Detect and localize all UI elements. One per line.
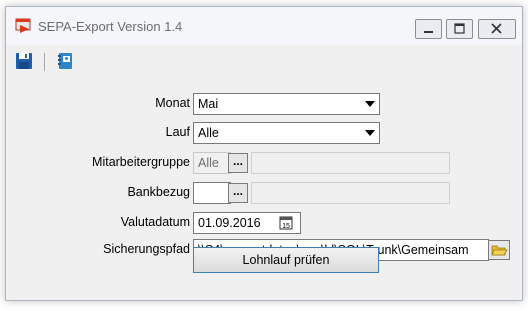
close-button[interactable]: [478, 19, 516, 39]
close-icon: [491, 23, 502, 34]
monat-value: Mai: [198, 97, 219, 111]
lauf-label: Lauf: [165, 125, 190, 139]
title-bar[interactable]: SEPA-Export Version 1.4: [6, 7, 522, 45]
app-icon: [15, 18, 31, 33]
minimize-icon: [424, 31, 433, 33]
valutadatum-label: Valutadatum: [120, 215, 190, 229]
save-icon[interactable]: [13, 50, 35, 72]
maximize-icon: [454, 23, 465, 34]
bankbezug-label: Bankbezug: [127, 185, 190, 199]
folder-open-icon[interactable]: [488, 240, 510, 260]
mitarbeitergruppe-field: Alle: [193, 152, 231, 174]
toolbar-separator: [44, 53, 45, 71]
window-title: SEPA-Export Version 1.4: [38, 19, 183, 34]
maximize-button[interactable]: [446, 19, 473, 39]
monat-select[interactable]: Mai: [193, 93, 380, 115]
valutadatum-value: 01.09.2016: [198, 216, 261, 230]
chevron-down-icon: [365, 130, 375, 136]
sepa-export-window: SEPA-Export Version 1.4 Monat Mai Lauf A…: [5, 6, 523, 301]
monat-label: Monat: [155, 96, 190, 110]
bankbezug-display: [251, 182, 450, 204]
mitarbeitergruppe-label: Mitarbeitergruppe: [92, 155, 190, 169]
bankbezug-field[interactable]: [193, 182, 231, 204]
mitarbeitergruppe-display: [251, 152, 450, 174]
svg-text:15: 15: [282, 223, 290, 230]
lohnlauf-pruefen-button[interactable]: Lohnlauf prüfen: [193, 247, 379, 273]
sicherungspfad-label: Sicherungspfad: [103, 242, 190, 256]
lauf-value: Alle: [198, 126, 219, 140]
mitarbeitergruppe-value: Alle: [198, 156, 219, 170]
lauf-select[interactable]: Alle: [193, 122, 380, 144]
mitarbeitergruppe-browse-button[interactable]: ...: [228, 153, 248, 173]
toolbar: [6, 45, 522, 77]
minimize-button[interactable]: [415, 19, 442, 39]
chevron-down-icon: [365, 101, 375, 107]
calendar-icon[interactable]: 15: [279, 216, 293, 230]
bankbezug-browse-button[interactable]: ...: [228, 183, 248, 203]
book-icon[interactable]: [54, 50, 76, 72]
